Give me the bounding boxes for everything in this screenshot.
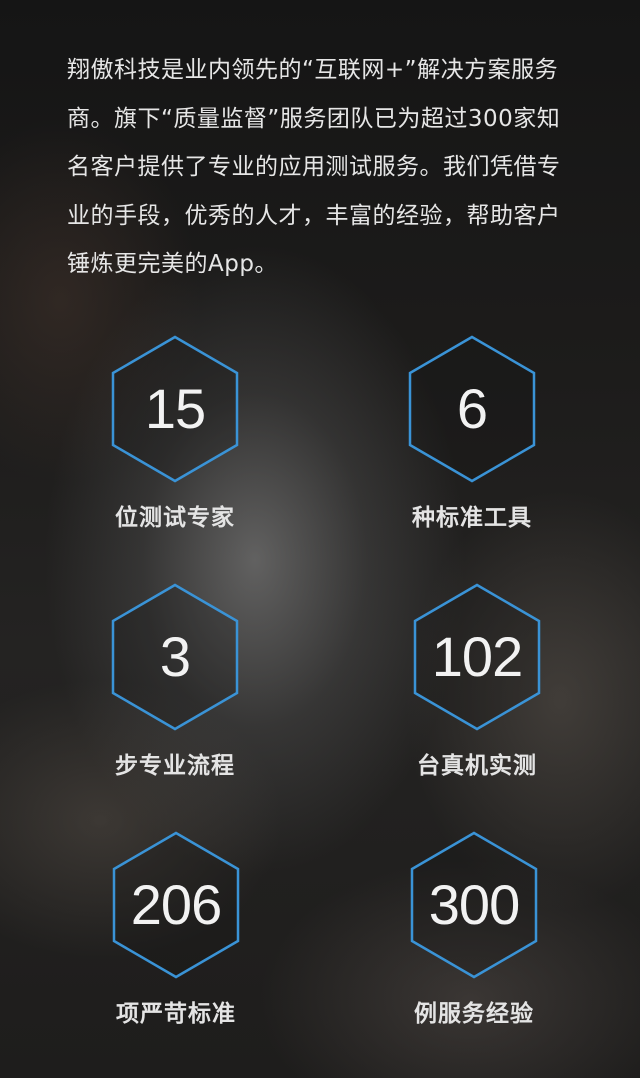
stat-label: 种标准工具 <box>412 505 532 531</box>
stat-label: 位测试专家 <box>115 505 235 531</box>
hexagon-icon: 15 <box>109 334 241 484</box>
stat-devices: 102 台真机实测 <box>377 582 577 780</box>
stat-label: 例服务经验 <box>414 1001 534 1027</box>
stat-value: 3 <box>159 625 191 688</box>
hexagon-icon: 3 <box>109 582 241 732</box>
stat-value: 15 <box>144 377 206 440</box>
stat-value: 300 <box>428 873 520 936</box>
stat-process: 3 步专业流程 <box>75 582 275 780</box>
stat-label: 台真机实测 <box>417 753 537 779</box>
stat-experts: 15 位测试专家 <box>75 334 275 532</box>
hexagon-icon: 102 <box>411 582 543 732</box>
stat-value: 6 <box>456 377 488 440</box>
hexagon-icon: 300 <box>408 830 540 980</box>
stat-standards: 206 项严苛标准 <box>76 830 276 1028</box>
stat-experience: 300 例服务经验 <box>374 830 574 1028</box>
stat-label: 步专业流程 <box>115 753 235 779</box>
hexagon-icon: 206 <box>110 830 242 980</box>
hexagon-icon: 6 <box>406 334 538 484</box>
stat-value: 206 <box>130 873 222 936</box>
intro-paragraph: 翔傲科技是业内领先的“互联网+”解决方案服务商。旗下“质量监督”服务团队已为超过… <box>67 57 561 277</box>
stat-label: 项严苛标准 <box>116 1001 236 1027</box>
stat-value: 102 <box>431 625 523 688</box>
stat-tools: 6 种标准工具 <box>372 334 572 532</box>
